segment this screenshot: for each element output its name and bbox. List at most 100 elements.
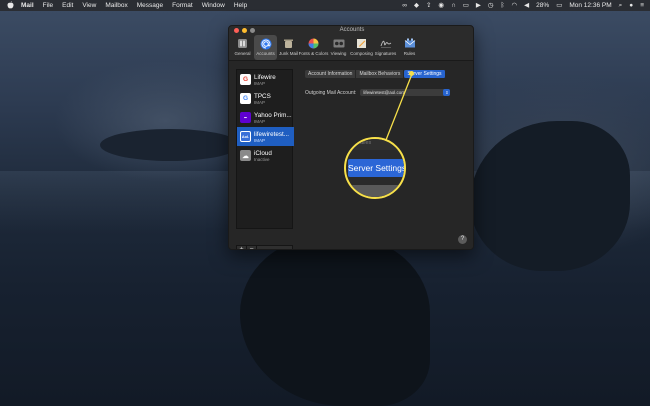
headphones-icon[interactable]: ∩ [451,0,456,11]
menu-bar: Mail File Edit View Mailbox Message Form… [0,0,650,11]
upload-icon[interactable]: ⇪ [426,0,431,11]
dropbox-icon[interactable]: ◆ [414,0,419,11]
tab-mailbox-behaviors[interactable]: Mailbox Behaviors [356,70,405,78]
account-list-buttons: + − [236,245,293,249]
menu-clock[interactable]: Mon 12:36 PM [569,2,611,9]
toolbar-accounts[interactable]: Accounts [254,35,277,60]
account-item-lifewire[interactable]: G Lifewire IMAP [237,70,294,89]
account-type: IMAP [254,118,266,124]
close-button[interactable] [234,28,239,33]
camera-icon[interactable]: ◉ [438,0,444,11]
airplay-icon[interactable]: ▭ [463,0,469,11]
magnifier-top: ailes [346,139,404,150]
outgoing-mail-value: lifewiretest@aol.com [363,90,406,95]
window-title: Accounts [339,27,365,33]
toolbar-viewing[interactable]: Viewing [327,35,350,60]
account-text: lifewiretest... IMAP [254,131,289,143]
cloud-icon: ☁ [240,150,251,161]
user-icon[interactable]: ● [629,0,633,11]
toolbar-rules[interactable]: Rules [398,35,421,60]
account-type: IMAP [254,80,266,86]
menu-file[interactable]: File [43,2,53,9]
account-item-yahoo[interactable]: ━ Yahoo Prim... IMAP [237,108,294,127]
menu-app-name[interactable]: Mail [21,2,34,9]
status-area: ∞ ◆ ⇪ ◉ ∩ ▭ ▶ ◷ ᛒ ◠ ◀ 28% ▭ Mon 12:36 PM… [402,0,644,11]
menu-view[interactable]: View [82,2,96,9]
glasses-icon [332,37,345,50]
account-detail-tabs: Account Information Mailbox Behaviors Se… [305,70,446,78]
menu-help[interactable]: Help [234,2,247,9]
chevron-updown-icon: ⇕ [443,89,451,96]
bluetooth-icon[interactable]: ᛒ [501,0,505,11]
battery-icon[interactable]: ▭ [556,0,562,11]
zoom-button[interactable] [250,28,255,33]
menu-format[interactable]: Format [172,2,193,9]
volume-icon[interactable]: ◀ [524,0,529,11]
switch-icon [236,37,249,50]
account-type: Inactive [254,156,270,162]
account-name: lifewiretest... [254,130,289,138]
window-controls [234,28,255,33]
magnified-server-settings-tab: Server Settings [348,159,404,177]
toolbar-rules-label: Rules [403,51,416,56]
preferences-toolbar: General Accounts Junk Mail Fonts & Color… [229,35,473,60]
toolbar-junk-mail-label: Junk Mail [278,51,298,56]
wallpaper-distant-island [100,129,240,161]
wallpaper-foreground-island [240,236,430,406]
menu-message[interactable]: Message [137,2,163,9]
outgoing-mail-label: Outgoing Mail Account: [305,89,357,96]
account-text: Yahoo Prim... IMAP [254,112,292,124]
outgoing-mail-select[interactable]: lifewiretest@aol.com ⇕ [360,89,451,96]
toolbar-signatures[interactable]: Signatures [373,35,398,60]
pencil-icon [355,37,368,50]
toolbar-junk-mail[interactable]: Junk Mail [277,35,300,60]
menu-window[interactable]: Window [202,2,225,9]
toolbar-composing[interactable]: Composing [350,35,373,60]
google-account-icon: G [240,74,251,85]
account-item-aol[interactable]: Aol. lifewiretest... IMAP [237,127,294,146]
help-button[interactable]: ? [458,235,467,244]
trash-icon [282,37,295,50]
at-icon [259,37,272,50]
accounts-preferences-window: Accounts General Accounts Junk Mail Font… [228,25,474,250]
account-item-icloud[interactable]: ☁ iCloud Inactive [237,146,294,165]
envelope-icon [403,37,416,50]
toolbar-composing-label: Composing [350,51,373,56]
outgoing-mail-row: Outgoing Mail Account: lifewiretest@aol.… [305,89,451,96]
window-titlebar: Accounts [229,26,473,35]
menu-mailbox[interactable]: Mailbox [105,2,127,9]
signature-icon [379,37,392,50]
account-list[interactable]: G Lifewire IMAP G TPCS IMAP ━ Yahoo Prim… [236,69,294,229]
yahoo-account-icon: ━ [240,112,251,123]
minimize-button[interactable] [242,28,247,33]
toolbar-signatures-label: Signatures [374,51,397,56]
apple-menu-icon[interactable] [6,1,15,10]
wifi-icon[interactable]: ◠ [512,0,518,11]
account-item-tpcs[interactable]: G TPCS IMAP [237,89,294,108]
account-type: IMAP [254,99,266,105]
notification-center-icon[interactable]: ≡ [640,0,644,11]
play-icon[interactable]: ▶ [476,0,481,11]
spotlight-search-icon[interactable]: ⌕ [619,0,623,11]
callout-magnifier: ailes Server Settings [344,137,406,199]
creative-cloud-icon[interactable]: ∞ [402,0,407,11]
wallpaper-right-island [470,121,630,271]
account-text: iCloud Inactive [254,150,272,162]
toolbar-fonts-colors-label: Fonts & Colors [298,51,329,56]
time-machine-icon[interactable]: ◷ [488,0,494,11]
callout-dot [409,71,414,76]
magnifier-faded-text: ailes [360,140,372,146]
account-name: iCloud [254,149,272,157]
toolbar-viewing-label: Viewing [330,51,347,56]
account-text: Lifewire IMAP [254,74,276,86]
remove-account-button[interactable]: − [247,246,257,249]
toolbar-accounts-label: Accounts [256,51,275,56]
tab-account-information[interactable]: Account Information [305,70,357,78]
add-account-button[interactable]: + [237,246,247,249]
color-wheel-icon [307,37,320,50]
menu-edit[interactable]: Edit [62,2,73,9]
aol-account-icon: Aol. [240,131,251,142]
magnifier-bottom [346,185,404,197]
toolbar-general[interactable]: General [231,35,254,60]
toolbar-fonts-colors[interactable]: Fonts & Colors [298,35,329,60]
